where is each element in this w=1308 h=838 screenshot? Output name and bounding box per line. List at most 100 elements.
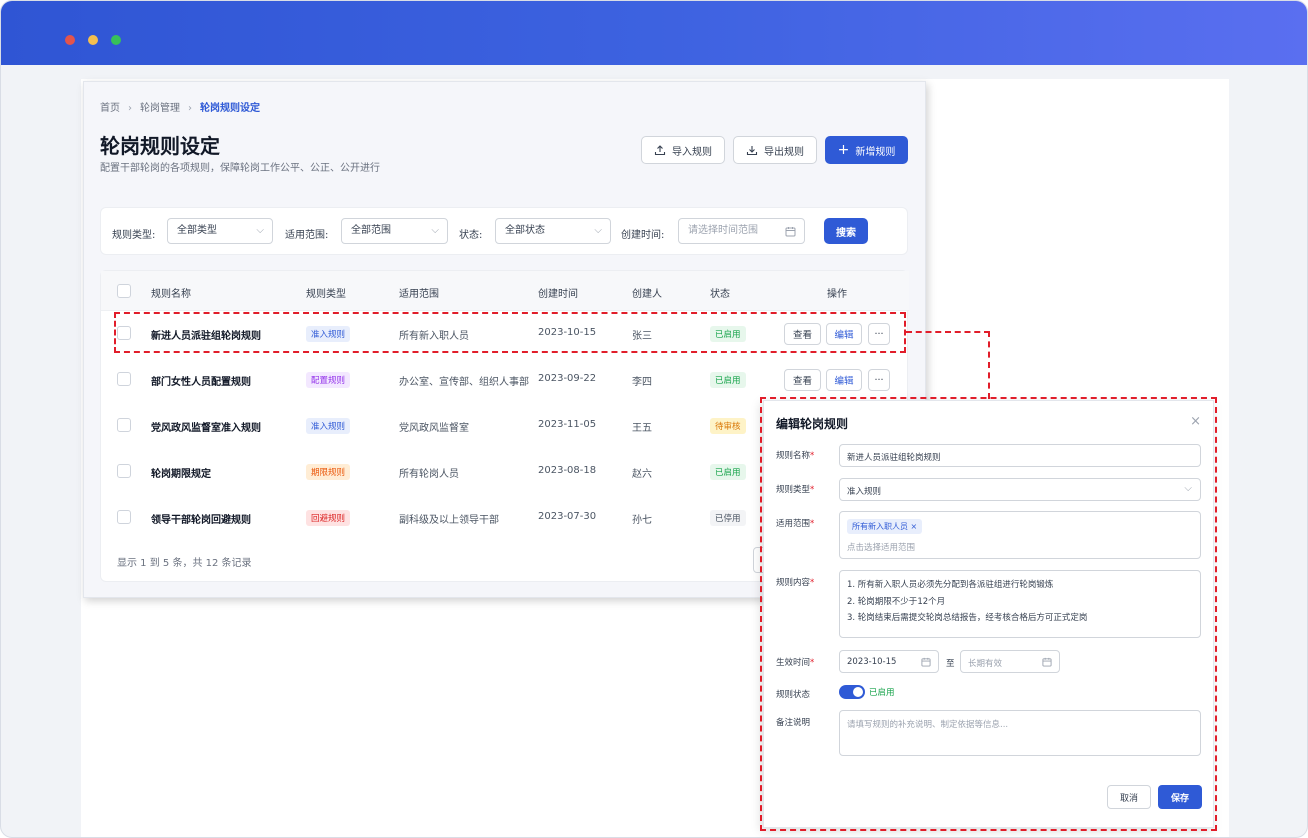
page-title: 轮岗规则设定 <box>100 134 220 158</box>
required-mark: * <box>810 578 815 588</box>
start-date-value: 2023-10-15 <box>847 657 897 667</box>
calendar-icon <box>785 227 796 237</box>
row-checkbox[interactable] <box>117 510 131 524</box>
chevron-down-icon: ⌵ <box>256 225 264 236</box>
rule-creator: 李四 <box>632 377 652 388</box>
rule-creator: 孙七 <box>632 515 652 526</box>
rule-type-select[interactable]: 全部类型 ⌵ <box>167 218 273 244</box>
status-badge: 待审核 <box>710 418 746 434</box>
remove-chip-icon[interactable]: × <box>911 522 918 531</box>
rule-type-dropdown[interactable]: 准入规则 ⌵ <box>839 478 1201 501</box>
scope-chip: 所有新入职人员 × <box>847 519 923 534</box>
rule-type-tag: 回避规则 <box>306 510 351 526</box>
save-button[interactable]: 保存 <box>1158 785 1202 809</box>
header-rule-name: 规则名称 <box>151 289 191 300</box>
rule-type-filter-label: 规则类型: <box>112 230 156 241</box>
breadcrumb-current: 轮岗规则设定 <box>200 103 260 114</box>
rule-name-input[interactable]: 新进人员派驻组轮岗规则 <box>839 444 1201 467</box>
scope-chip-label: 所有新入职人员 <box>852 522 908 531</box>
content-line: 2. 轮岗期限不少于12个月 <box>847 597 946 607</box>
view-button[interactable]: 查看 <box>784 369 821 391</box>
calendar-icon <box>921 657 931 667</box>
export-rules-button[interactable]: 导出规则 <box>733 136 817 164</box>
status-badge: 已启用 <box>710 372 746 388</box>
title-bar <box>1 1 1307 65</box>
rule-created-date: 2023-07-30 <box>538 511 597 522</box>
required-mark: * <box>810 485 815 495</box>
close-window-dot[interactable] <box>65 35 75 45</box>
toggle-knob <box>853 687 863 697</box>
rule-name: 领导干部轮岗回避规则 <box>151 515 251 526</box>
chevron-down-icon: ⌵ <box>1184 483 1192 494</box>
header-actions: 操作 <box>827 289 847 300</box>
cancel-button[interactable]: 取消 <box>1107 785 1151 809</box>
end-date-picker[interactable]: 长期有效 <box>960 650 1060 673</box>
search-button[interactable]: 搜索 <box>824 218 868 244</box>
rule-created-date: 2023-08-18 <box>538 465 597 476</box>
rule-type-label-text: 规则类型 <box>776 485 811 495</box>
start-date-picker[interactable]: 2023-10-15 <box>839 650 939 673</box>
add-rule-label: 新增规则 <box>855 146 896 158</box>
add-rule-button[interactable]: + 新增规则 <box>825 136 908 164</box>
time-range-placeholder: 请选择时间范围 <box>688 225 758 236</box>
time-range-picker[interactable]: 请选择时间范围 <box>678 218 805 244</box>
import-rules-button[interactable]: 导入规则 <box>641 136 725 164</box>
rule-name: 轮岗期限规定 <box>151 469 211 480</box>
status-filter-label: 状态: <box>459 230 483 241</box>
rule-created-date: 2023-09-22 <box>538 373 597 384</box>
status-badge: 已启用 <box>710 464 746 480</box>
select-all-checkbox[interactable] <box>117 284 131 298</box>
breadcrumb-home[interactable]: 首页 <box>100 99 120 114</box>
rule-type-tag: 期限规则 <box>306 464 351 480</box>
rule-status-label: 规则状态 <box>776 690 811 700</box>
chevron-down-icon: ⌵ <box>431 225 439 236</box>
date-range-separator: 至 <box>946 659 955 669</box>
scope-filter-label: 适用范围: <box>285 230 329 241</box>
calendar-icon <box>1042 657 1052 667</box>
remark-textarea[interactable]: 请填写规则的补充说明、制定依据等信息... <box>839 710 1201 756</box>
header-status: 状态 <box>710 289 730 300</box>
breadcrumb: 首页 › 轮岗管理 › 轮岗规则设定 <box>100 99 260 114</box>
header-rule-type: 规则类型 <box>306 289 346 300</box>
plus-icon: + <box>837 142 850 158</box>
breadcrumb-separator: › <box>188 103 192 114</box>
row-checkbox[interactable] <box>117 464 131 478</box>
edit-button[interactable]: 编辑 <box>826 369 862 391</box>
scope-multi-select[interactable]: 所有新入职人员 × 点击选择适用范围 <box>839 511 1201 559</box>
close-icon[interactable]: × <box>1190 414 1201 429</box>
import-rules-label: 导入规则 <box>672 146 712 158</box>
header-creator: 创建人 <box>632 289 662 300</box>
minimize-window-dot[interactable] <box>88 35 98 45</box>
scope-select[interactable]: 全部范围 ⌵ <box>341 218 448 244</box>
scope-label-text: 适用范围 <box>776 519 811 529</box>
remark-placeholder: 请填写规则的补充说明、制定依据等信息... <box>847 720 1009 730</box>
end-date-placeholder: 长期有效 <box>968 659 1003 669</box>
status-select-value: 全部状态 <box>505 225 545 236</box>
row-checkbox[interactable] <box>117 372 131 386</box>
required-mark: * <box>810 658 815 668</box>
search-button-label: 搜索 <box>836 227 856 239</box>
download-icon <box>746 146 758 156</box>
rule-type-tag: 配置规则 <box>306 372 351 388</box>
rule-name: 党风政风监督室准入规则 <box>151 423 261 434</box>
rule-type-dropdown-value: 准入规则 <box>847 487 882 497</box>
header-scope: 适用范围 <box>399 289 439 300</box>
rule-scope: 党风政风监督室 <box>399 423 469 434</box>
rule-created-date: 2023-11-05 <box>538 419 597 430</box>
rule-name-label: 规则名称* <box>776 449 814 461</box>
export-rules-label: 导出规则 <box>764 146 804 158</box>
required-mark: * <box>810 451 815 461</box>
rule-status-toggle[interactable] <box>839 685 865 699</box>
more-options-icon[interactable]: ··· <box>868 369 890 391</box>
edit-rule-dialog: 编辑轮岗规则 × 规则名称* 新进人员派驻组轮岗规则 规则类型* 准入规则 ⌵ … <box>763 400 1214 828</box>
row-checkbox[interactable] <box>117 418 131 432</box>
status-select[interactable]: 全部状态 ⌵ <box>495 218 611 244</box>
rule-content-textarea[interactable]: 1. 所有新入职人员必须先分配到各派驻组进行轮岗锻炼 2. 轮岗期限不少于12个… <box>839 570 1201 638</box>
maximize-window-dot[interactable] <box>111 35 121 45</box>
filter-bar: 规则类型: 全部类型 ⌵ 适用范围: 全部范围 ⌵ 状态: 全部状态 ⌵ 创建时… <box>100 207 908 255</box>
chevron-down-icon: ⌵ <box>594 225 602 236</box>
table-header: 规则名称 规则类型 适用范围 创建时间 创建人 状态 操作 <box>101 271 909 311</box>
breadcrumb-rotation-management[interactable]: 轮岗管理 <box>140 99 180 114</box>
scope-select-value: 全部范围 <box>351 225 391 236</box>
dialog-title: 编辑轮岗规则 <box>776 417 849 431</box>
